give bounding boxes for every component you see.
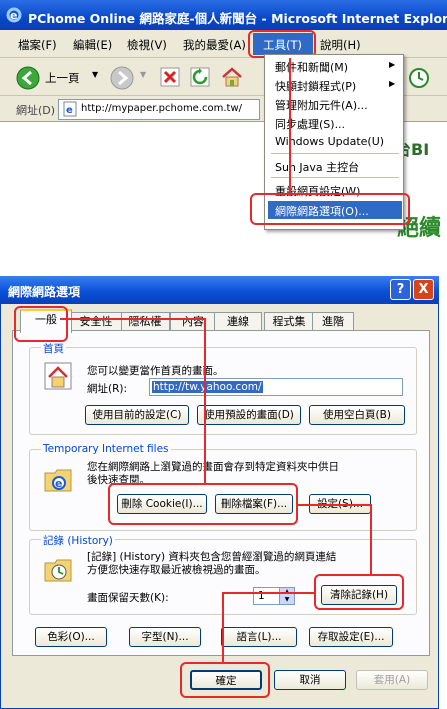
annotation-box-ok — [180, 662, 270, 698]
menu-help[interactable]: 說明(H) — [320, 37, 361, 53]
use-default-button[interactable]: 使用預設的畫面(D) — [197, 405, 301, 425]
tab-content[interactable]: 內容 — [170, 312, 216, 331]
use-current-button[interactable]: 使用目前的設定(C) — [85, 405, 189, 425]
tab-security[interactable]: 安全性 — [70, 312, 122, 331]
forward-dropdown-icon[interactable]: ▼ — [140, 70, 146, 79]
refresh-icon[interactable] — [190, 67, 210, 87]
page-icon: e — [63, 101, 77, 117]
fonts-button[interactable]: 字型(N)... — [129, 627, 201, 647]
tab-privacy[interactable]: 隱私權 — [120, 312, 170, 331]
annotation-box-internet-options — [250, 193, 410, 225]
menu-edit[interactable]: 編輯(E) — [73, 37, 112, 53]
temp-files-icon: e — [44, 469, 72, 492]
annotation-box-clear-history — [314, 574, 404, 610]
annotation-line — [222, 592, 224, 662]
annotation-line — [370, 504, 372, 574]
temp-files-group-label: Temporary Internet files — [41, 443, 171, 455]
ie-title: PChome Online 網路家庭-個人新聞台 - Microsoft Int… — [28, 11, 447, 26]
forward-arrow-icon[interactable] — [110, 66, 134, 90]
annotation-line — [204, 318, 206, 483]
svg-text:e: e — [10, 9, 17, 22]
back-dropdown-icon[interactable]: ▼ — [92, 70, 98, 79]
dialog-title: 網際網路選項 — [8, 285, 81, 299]
history-desc-2: 方便您快速存取最近被檢視過的畫面。 — [87, 564, 266, 576]
menu-item-sun-java[interactable]: Sun Java 主控台 — [275, 159, 359, 175]
apply-button[interactable]: 套用(A) — [356, 670, 428, 690]
colors-button[interactable]: 色彩(O)... — [35, 627, 107, 647]
home-group-label: 首頁 — [41, 341, 66, 356]
tab-programs[interactable]: 程式集 — [264, 312, 314, 331]
stop-icon[interactable] — [160, 67, 180, 87]
tab-advanced[interactable]: 進階 — [312, 312, 354, 331]
address-value: http://mypaper.pchome.com.tw/ — [81, 103, 243, 114]
submenu-arrow-icon: ▶ — [389, 60, 396, 69]
annotation-line — [60, 318, 206, 320]
svg-text:e: e — [55, 477, 62, 490]
address-label: 網址(D) — [16, 104, 56, 117]
menu-favorites[interactable]: 我的最愛(A) — [183, 37, 246, 53]
home-address-input[interactable]: http://tw.yahoo.com/ — [149, 378, 403, 396]
help-icon[interactable]: ? — [390, 279, 411, 300]
home-address-value: http://tw.yahoo.com/ — [152, 381, 263, 393]
address-input[interactable]: e http://mypaper.pchome.com.tw/ — [58, 99, 260, 120]
history-days-label: 畫面保留天數(K): — [87, 592, 169, 604]
accessibility-button[interactable]: 存取設定(E)... — [309, 627, 393, 647]
ie-logo-icon: e — [6, 7, 22, 23]
languages-button[interactable]: 語言(L)... — [221, 627, 297, 647]
menu-item-mail[interactable]: 郵件和新聞(M) — [275, 59, 348, 75]
cancel-button[interactable]: 取消 — [274, 670, 346, 690]
spin-down-icon[interactable]: ▼ — [279, 596, 294, 604]
history-days-stepper[interactable]: 1 ▲ ▼ — [253, 587, 295, 605]
annotation-line — [222, 592, 316, 594]
home-address-label: 網址(R): — [87, 383, 128, 395]
home-icon[interactable] — [220, 65, 244, 89]
annotation-line — [298, 504, 372, 506]
menu-item-sync[interactable]: 同步處理(S)... — [275, 116, 345, 132]
annotation-box-delete-buttons — [108, 483, 298, 525]
tab-connections[interactable]: 連線 — [214, 312, 262, 331]
ie-title-bar: e PChome Online 網路家庭-個人新聞台 - Microsoft I… — [0, 0, 447, 30]
back-label[interactable]: 上一頁 — [45, 70, 80, 86]
back-arrow-icon[interactable] — [16, 66, 40, 90]
close-icon[interactable]: X — [413, 279, 434, 300]
history-icon[interactable] — [408, 67, 430, 89]
menu-view[interactable]: 檢視(V) — [127, 37, 167, 53]
history-icon — [44, 559, 72, 582]
history-group-label: 記錄 (History) — [41, 533, 115, 548]
submenu-arrow-icon: ▶ — [389, 79, 396, 88]
annotation-box-general-tab — [14, 306, 68, 342]
annotation-arrow-line — [289, 58, 291, 193]
use-blank-button[interactable]: 使用空白頁(B) — [309, 405, 405, 425]
menu-item-popup-blocker[interactable]: 快顯封鎖程式(P) — [275, 78, 356, 94]
dialog-title-bar: 網際網路選項 ? X — [0, 276, 439, 304]
menu-file[interactable]: 檔案(F) — [18, 37, 57, 53]
home-page-icon — [44, 362, 72, 390]
menu-item-windows-update[interactable]: Windows Update(U) — [275, 135, 384, 148]
svg-text:e: e — [66, 105, 73, 116]
